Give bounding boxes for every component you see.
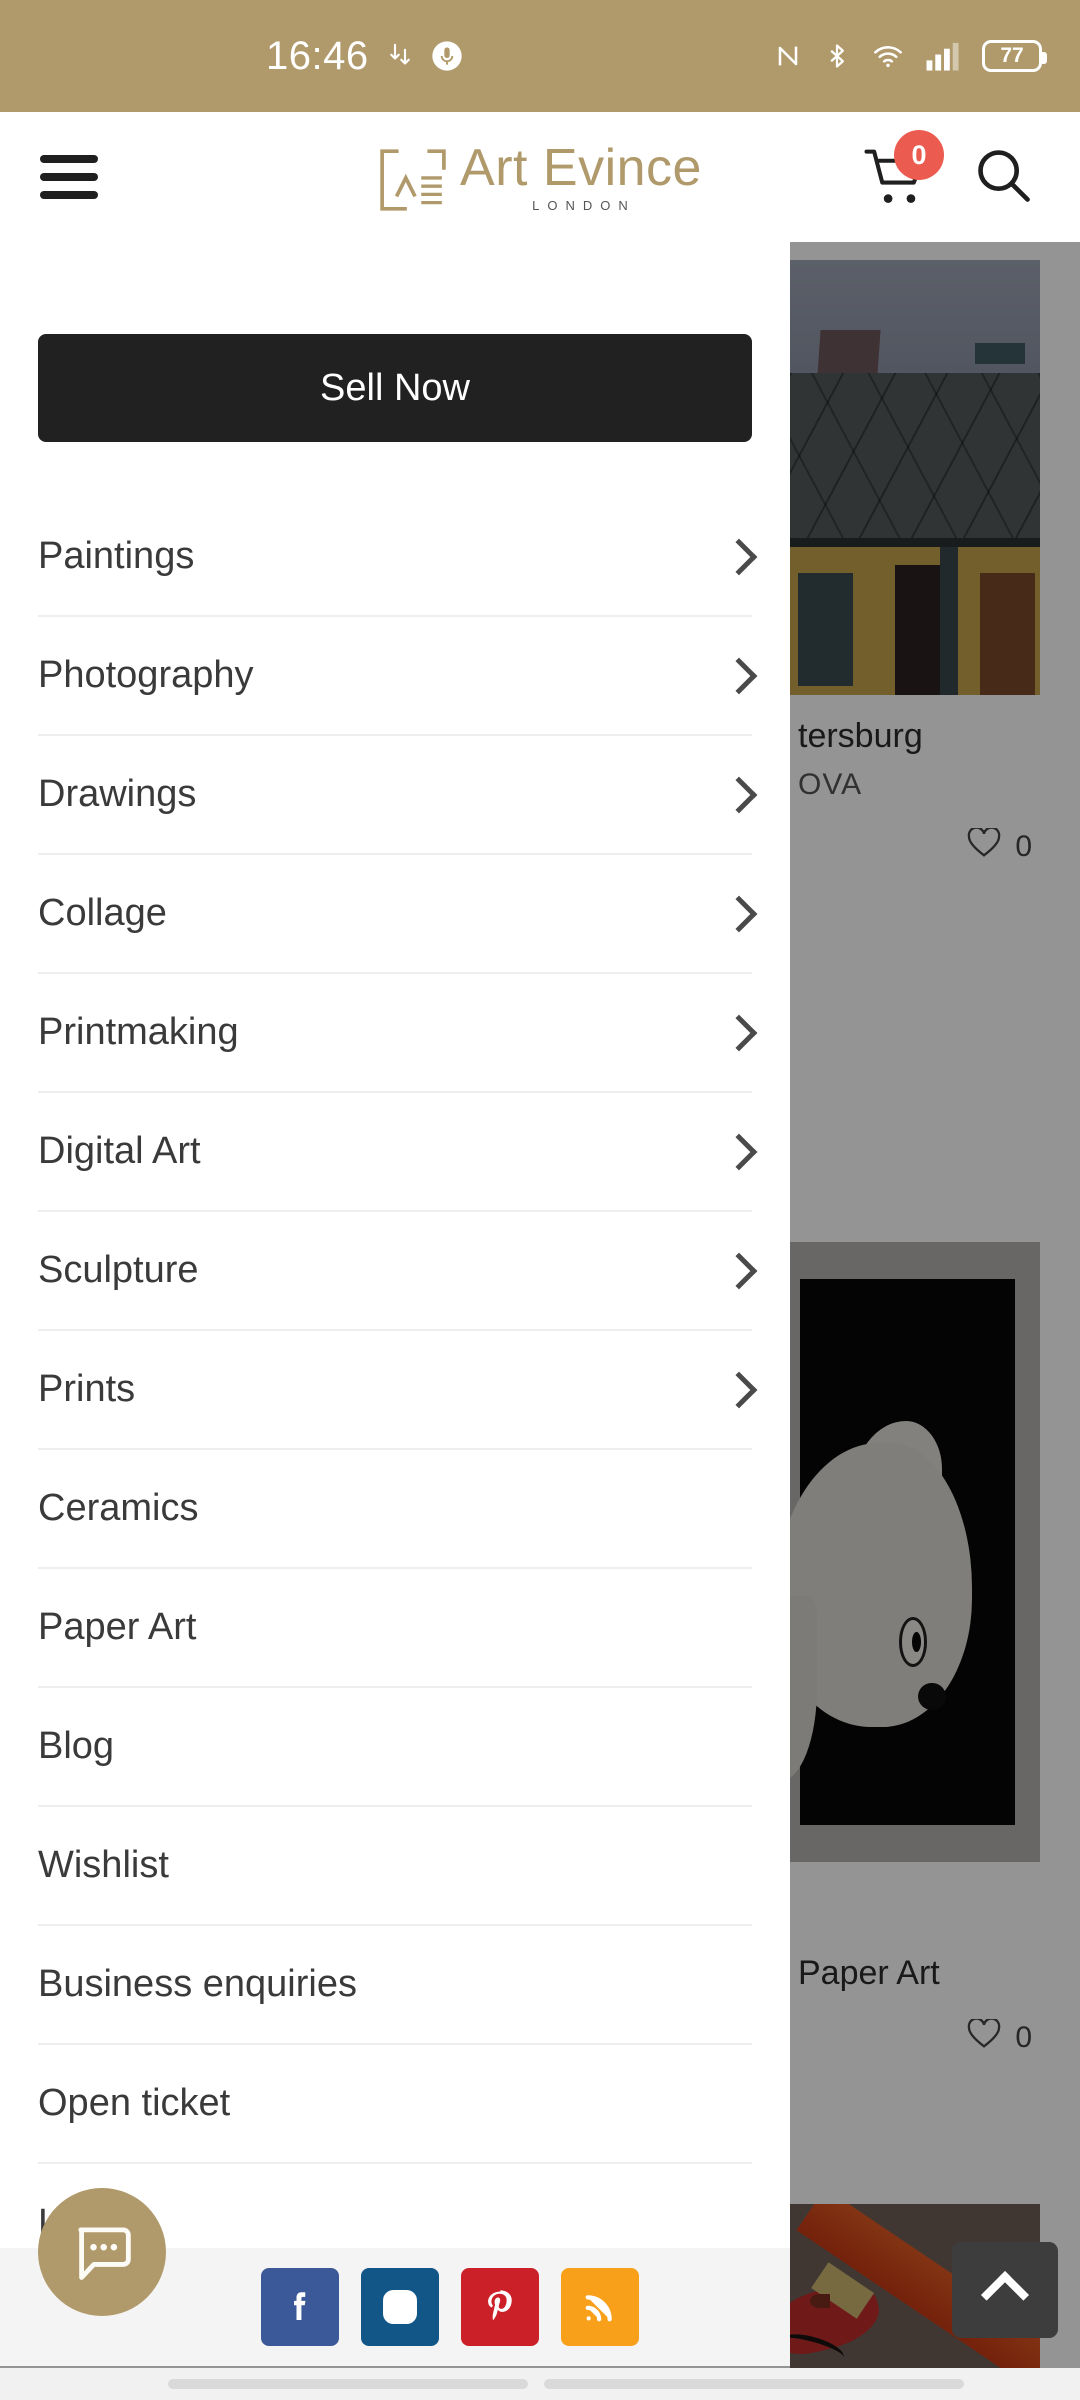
logo-subtitle: LONDON: [532, 197, 636, 213]
menu-item-label: Drawings: [38, 773, 197, 815]
chevron-right-icon: [720, 1133, 758, 1170]
chevron-right-icon: [720, 1252, 758, 1289]
chevron-right-icon: [720, 1014, 758, 1051]
wifi-icon: [870, 40, 906, 72]
chevron-right-icon: [720, 657, 758, 694]
menu-item-drawings[interactable]: Drawings: [38, 736, 758, 855]
scroll-to-top-button[interactable]: [952, 2242, 1058, 2338]
cellular-signal-icon: [925, 40, 963, 72]
menu-item-open-ticket[interactable]: Open ticket: [38, 2045, 752, 2164]
chevron-up-icon: [980, 2270, 1030, 2320]
menu-item-ceramics[interactable]: Ceramics: [38, 1450, 752, 1569]
drawer-menu-list: Paintings Photography Drawings Collage P…: [0, 498, 790, 2248]
menu-item-photography[interactable]: Photography: [38, 617, 758, 736]
sell-now-button[interactable]: Sell Now: [38, 334, 752, 442]
menu-item-label: Collage: [38, 892, 167, 934]
cart-count-badge: 0: [894, 130, 944, 180]
menu-item-label: Digital Art: [38, 1130, 201, 1172]
nav-handle-left[interactable]: [168, 2379, 528, 2389]
menu-item-label: Wishlist: [38, 1844, 169, 1886]
battery-indicator: 77: [982, 40, 1047, 72]
search-button[interactable]: [972, 144, 1034, 211]
chat-bubble-button[interactable]: [38, 2188, 166, 2316]
menu-item-paintings[interactable]: Paintings: [38, 498, 758, 617]
clock: 16:46: [266, 33, 369, 78]
menu-item-label: Printmaking: [38, 1011, 239, 1053]
download-arrows-icon: [385, 40, 415, 72]
battery-percent: 77: [1000, 44, 1024, 67]
app-header: Art Evince LONDON 0: [0, 112, 1080, 242]
chevron-right-icon: [720, 538, 758, 575]
chevron-right-icon: [720, 895, 758, 932]
rss-icon[interactable]: [561, 2268, 639, 2346]
menu-item-wishlist[interactable]: Wishlist: [38, 1807, 752, 1926]
menu-item-label: Business enquiries: [38, 1963, 357, 2005]
instagram-icon[interactable]: [361, 2268, 439, 2346]
menu-item-digital-art[interactable]: Digital Art: [38, 1093, 758, 1212]
menu-item-blog[interactable]: Blog: [38, 1688, 752, 1807]
menu-item-paper-art[interactable]: Paper Art: [38, 1569, 752, 1688]
nfc-icon: [772, 40, 804, 72]
pinterest-icon[interactable]: [461, 2268, 539, 2346]
menu-item-business-enquiries[interactable]: Business enquiries: [38, 1926, 752, 2045]
art-frame-icon: [380, 148, 446, 211]
chevron-right-icon: [720, 1371, 758, 1408]
menu-item-label: Photography: [38, 654, 254, 696]
bluetooth-icon: [823, 40, 851, 72]
navigation-drawer: Sell Now Paintings Photography Drawings …: [0, 242, 790, 2248]
search-icon: [978, 149, 1030, 202]
menu-item-collage[interactable]: Collage: [38, 855, 758, 974]
hamburger-menu-icon[interactable]: [40, 155, 98, 199]
menu-item-prints[interactable]: Prints: [38, 1331, 758, 1450]
microphone-icon: [431, 40, 463, 72]
chevron-right-icon: [720, 776, 758, 813]
status-bar: 16:46 77: [0, 0, 1080, 112]
cart-button[interactable]: 0: [864, 130, 944, 208]
menu-item-label: Open ticket: [38, 2082, 231, 2124]
nav-handle-right[interactable]: [544, 2379, 964, 2389]
menu-item-label: Ceramics: [38, 1487, 199, 1529]
system-navigation-bar: [0, 2368, 1080, 2400]
menu-item-label: Paintings: [38, 535, 195, 577]
facebook-icon[interactable]: [261, 2268, 339, 2346]
menu-item-sculpture[interactable]: Sculpture: [38, 1212, 758, 1331]
chat-bubble-icon: [78, 2227, 131, 2280]
site-logo[interactable]: Art Evince LONDON: [378, 142, 702, 213]
app-screen: tersburg OVA 0 Paper Art 0 Sell Now Pain…: [0, 0, 1080, 2400]
menu-item-label: Sculpture: [38, 1249, 199, 1291]
logo-name: Art Evince: [460, 138, 702, 197]
menu-item-label: Prints: [38, 1368, 136, 1410]
menu-item-label: Paper Art: [38, 1606, 197, 1648]
menu-item-printmaking[interactable]: Printmaking: [38, 974, 758, 1093]
menu-item-label: Blog: [38, 1725, 115, 1767]
